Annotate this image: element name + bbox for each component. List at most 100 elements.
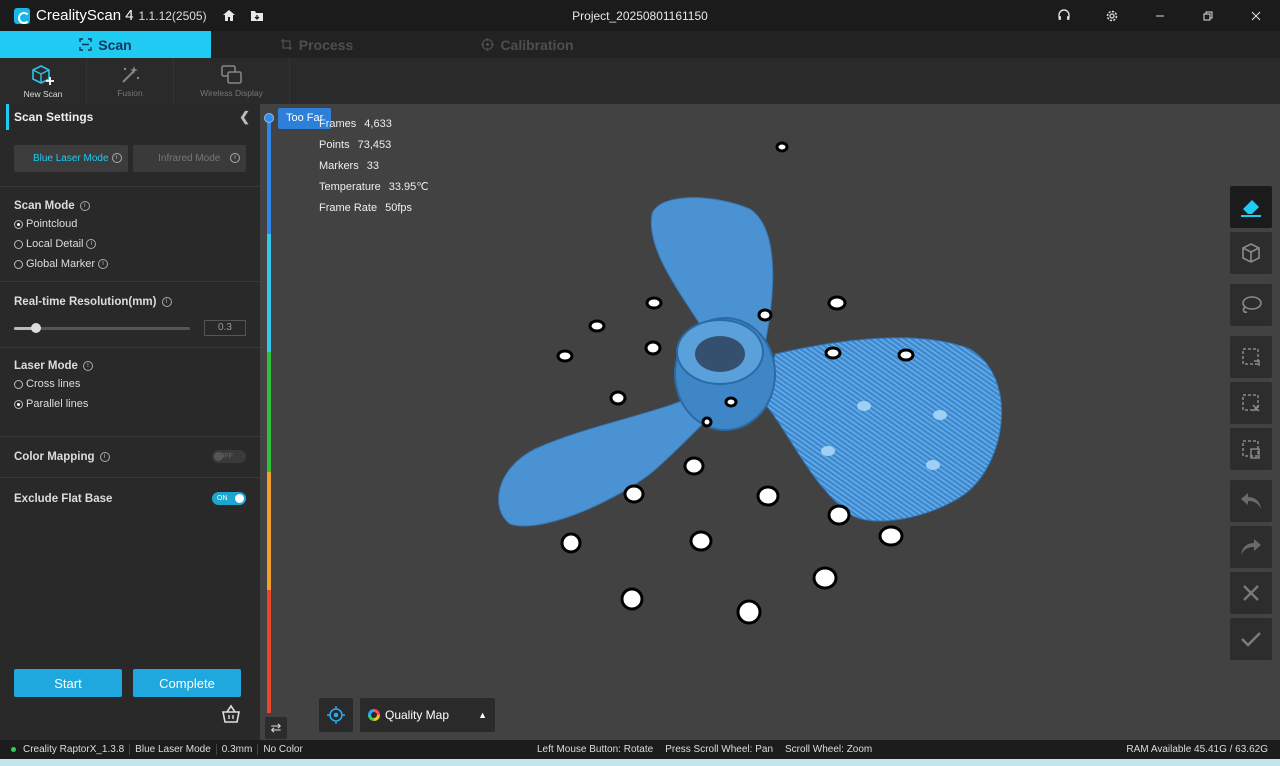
- option-label: Pointcloud: [26, 218, 78, 230]
- app-version: 1.1.12(2505): [138, 8, 207, 23]
- flat-base-toggle[interactable]: ON: [212, 492, 246, 505]
- minimize-icon[interactable]: [1136, 0, 1184, 31]
- home-icon[interactable]: [215, 2, 243, 30]
- status-resolution: 0.3mm: [217, 744, 259, 755]
- distance-segment-too-near: [267, 590, 271, 713]
- device-name: Creality RaptorX_1.3.8: [23, 744, 131, 755]
- status-bar: Creality RaptorX_1.3.8 Blue Laser Mode 0…: [0, 740, 1280, 759]
- info-icon[interactable]: i: [82, 361, 93, 371]
- status-scan-mode: Blue Laser Mode: [130, 744, 217, 755]
- lasso-icon: [1242, 296, 1262, 313]
- select-tool[interactable]: [1230, 336, 1272, 378]
- distance-segment-near: [267, 472, 271, 590]
- stat-label: Markers: [319, 160, 359, 172]
- stat-label: Frames: [319, 118, 357, 130]
- headset-icon[interactable]: [1040, 0, 1088, 31]
- distance-marker: [264, 113, 274, 123]
- color-mapping-toggle[interactable]: OFF: [212, 450, 246, 463]
- tab-scan-label: Scan: [98, 36, 132, 53]
- confirm-button[interactable]: [1230, 618, 1272, 660]
- info-icon[interactable]: i: [98, 259, 109, 269]
- stat-frame-rate: Frame Rate 50fps: [319, 198, 429, 219]
- info-icon[interactable]: i: [79, 201, 90, 211]
- scan-mode-option-pointcloud[interactable]: Pointcloud: [14, 214, 246, 234]
- info-icon[interactable]: i: [86, 239, 97, 249]
- info-icon[interactable]: i: [99, 451, 110, 462]
- cancel-button[interactable]: [1230, 572, 1272, 614]
- delete-selection-icon: [1242, 440, 1260, 459]
- laser-mode-option-cross-lines[interactable]: Cross lines: [14, 374, 246, 394]
- hint-pan: Press Scroll Wheel: Pan: [665, 744, 774, 755]
- tab-process[interactable]: Process: [211, 31, 422, 58]
- delete-selection-tool[interactable]: [1230, 428, 1272, 470]
- flat-base-title: Exclude Flat Base: [14, 492, 113, 505]
- distance-segment-near-far: [267, 234, 271, 352]
- stat-markers: Markers 33: [319, 156, 429, 177]
- eraser-tool[interactable]: [1230, 186, 1272, 228]
- collapse-icon[interactable]: ❮: [239, 109, 250, 125]
- x-icon: [1243, 585, 1259, 601]
- title-bar: CrealityScan 4 1.1.12(2505) Project_2025…: [0, 0, 1280, 31]
- info-icon[interactable]: i: [111, 153, 122, 163]
- edit-tools: [1230, 186, 1272, 664]
- fusion-button[interactable]: Fusion: [87, 58, 174, 104]
- option-label: Cross lines: [26, 378, 81, 390]
- radio-selected[interactable]: [14, 219, 23, 229]
- cube-view-tool[interactable]: [1230, 232, 1272, 274]
- stat-label: Frame Rate: [319, 202, 378, 214]
- radio-selected[interactable]: [14, 399, 23, 409]
- main-tabs: Scan Process Calibration: [0, 31, 1280, 58]
- scan-mode-option-global-marker[interactable]: Global Marker i: [14, 254, 246, 274]
- deselect-tool[interactable]: [1230, 382, 1272, 424]
- info-icon[interactable]: i: [161, 297, 172, 307]
- folder-icon[interactable]: [243, 2, 271, 30]
- laser-mode-option-parallel-lines[interactable]: Parallel lines: [14, 394, 246, 414]
- new-scan-button[interactable]: New Scan: [0, 58, 87, 104]
- wireless-display-icon: [220, 64, 242, 84]
- basket-icon[interactable]: [221, 704, 241, 724]
- radio[interactable]: [14, 239, 23, 249]
- tab-scan[interactable]: Scan: [0, 31, 211, 58]
- resolution-slider[interactable]: [14, 322, 190, 333]
- caret-up-icon: ▲: [478, 710, 487, 720]
- quality-map-icon: [368, 709, 380, 721]
- quality-map-dropdown[interactable]: Quality Map ▲: [360, 698, 495, 732]
- close-icon[interactable]: [1232, 0, 1280, 31]
- new-scan-label: New Scan: [23, 88, 63, 99]
- settings-icon[interactable]: [1088, 0, 1136, 31]
- undo-button[interactable]: [1230, 480, 1272, 522]
- stat-frames: Frames 4,633: [319, 114, 429, 135]
- panel-title: Scan Settings: [14, 110, 94, 124]
- resolution-section: Real-time Resolution(mm) i 0.3: [0, 282, 260, 336]
- cube-icon: [1242, 243, 1260, 263]
- complete-button[interactable]: Complete: [133, 669, 241, 697]
- laser-mode-title: Laser Mode: [14, 360, 78, 372]
- wireless-display-button[interactable]: Wireless Display: [174, 58, 290, 104]
- swap-icon[interactable]: ⇄: [265, 717, 287, 739]
- stat-temperature: Temperature 33.95℃: [319, 177, 429, 198]
- resolution-title: Real-time Resolution(mm): [14, 296, 157, 308]
- check-icon: [1241, 632, 1261, 647]
- slider-handle[interactable]: [31, 322, 41, 333]
- new-scan-icon: [32, 64, 54, 85]
- redo-button[interactable]: [1230, 526, 1272, 568]
- start-button[interactable]: Start: [14, 669, 122, 697]
- infrared-mode-button[interactable]: Infrared Mode i: [132, 145, 246, 172]
- restore-icon[interactable]: [1184, 0, 1232, 31]
- scan-stats: Frames 4,633 Points 73,453 Markers 33 Tempe…: [319, 114, 429, 219]
- tab-calibration[interactable]: Calibration: [422, 31, 633, 58]
- scan-mode-option-local-detail[interactable]: Local Detail i: [14, 234, 246, 254]
- color-mapping-title: Color Mapping: [14, 450, 95, 463]
- radio[interactable]: [14, 379, 23, 389]
- lasso-tool[interactable]: [1230, 284, 1272, 326]
- stat-value: 4,633: [364, 118, 392, 130]
- tab-process-label: Process: [298, 36, 354, 53]
- info-icon[interactable]: i: [230, 153, 240, 163]
- recenter-button[interactable]: [319, 698, 353, 732]
- 3d-viewport[interactable]: Too Far Frames 4,633 Points 73,453 Markers…: [260, 104, 1280, 740]
- ram-available: RAM Available 45.41G / 63.62G: [1126, 744, 1268, 755]
- blue-laser-mode-button[interactable]: Blue Laser Mode i: [14, 145, 128, 172]
- radio[interactable]: [14, 259, 23, 269]
- option-label: Parallel lines: [26, 398, 89, 410]
- resolution-value-input[interactable]: 0.3: [204, 320, 246, 336]
